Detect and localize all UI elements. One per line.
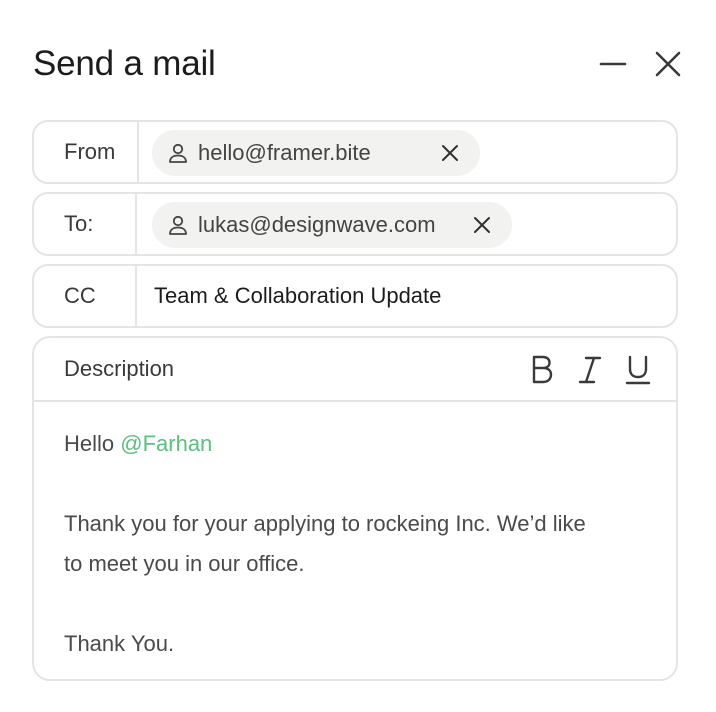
from-field: From hello@framer.bite: [32, 120, 678, 184]
to-field: To: lukas@designwave.com: [32, 192, 678, 256]
from-email-chip[interactable]: hello@framer.bite: [152, 130, 480, 176]
close-icon: [655, 51, 681, 77]
from-email: hello@framer.bite: [198, 140, 371, 165]
from-label: From: [64, 139, 116, 164]
cc-input[interactable]: Team & Collaboration Update: [154, 266, 441, 326]
close-button[interactable]: [650, 46, 686, 82]
bold-icon[interactable]: [528, 354, 556, 386]
description-toolbar: Description: [34, 338, 676, 402]
to-label: To:: [64, 211, 94, 236]
greeting-text: Hello: [64, 431, 121, 456]
minimize-button[interactable]: [596, 46, 632, 82]
description-label: Description: [64, 356, 175, 381]
description-editor: Description Hello @Farhan Thank you for …: [32, 336, 678, 681]
greeting-line: Hello @Farhan: [64, 424, 654, 464]
remove-chip-icon[interactable]: [470, 213, 494, 237]
remove-chip-icon[interactable]: [438, 141, 462, 165]
window-controls: [596, 46, 686, 82]
mention-tag[interactable]: @Farhan: [120, 431, 212, 456]
minus-icon: [599, 62, 627, 66]
italic-icon[interactable]: [576, 354, 604, 386]
field-divider: [135, 266, 137, 326]
body-line: to meet you in our office.: [64, 551, 305, 576]
body-line: Thank you for your applying to rockeing …: [64, 511, 586, 536]
underline-icon[interactable]: [624, 354, 652, 386]
user-icon: [169, 215, 187, 235]
description-body[interactable]: Hello @Farhan Thank you for your applyin…: [64, 424, 654, 664]
cc-label: CC: [64, 283, 96, 308]
to-email-chip[interactable]: lukas@designwave.com: [152, 202, 512, 248]
page-title: Send a mail: [33, 44, 216, 83]
to-email: lukas@designwave.com: [198, 212, 436, 237]
field-divider: [137, 122, 139, 182]
cc-field: CC Team & Collaboration Update: [32, 264, 678, 328]
send-mail-panel: Send a mail From hello@framer.bite To: l…: [0, 0, 716, 712]
field-divider: [135, 194, 137, 254]
user-icon: [169, 143, 187, 163]
signoff-line: Thank You.: [64, 631, 175, 656]
